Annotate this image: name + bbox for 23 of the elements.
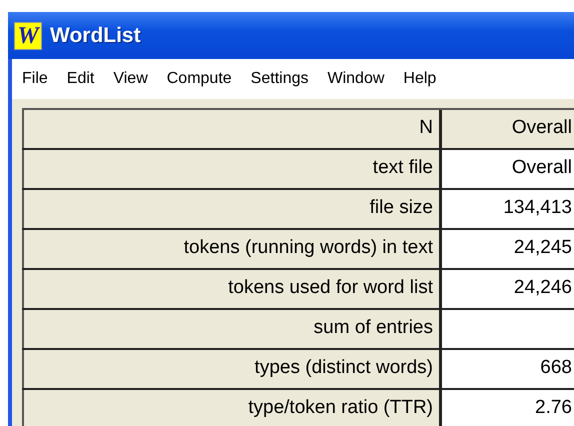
row-header: N	[22, 110, 442, 148]
table-cell: 134,413	[442, 190, 574, 228]
row-header: types (distinct words)	[22, 350, 442, 388]
menu-item[interactable]: Window	[317, 70, 394, 88]
app-icon: W	[14, 22, 42, 50]
row-header: file size	[22, 190, 442, 228]
row-header: sum of entries	[22, 310, 442, 348]
window-title: WordList	[50, 24, 141, 48]
row-header: text file	[22, 150, 442, 188]
menu-item[interactable]: View	[103, 70, 157, 88]
menu-item[interactable]: Edit	[56, 70, 104, 88]
row-header: tokens (running words) in text	[22, 230, 442, 268]
table-cell: 668	[442, 350, 574, 388]
menu-item[interactable]: Settings	[240, 70, 318, 88]
menu-item[interactable]: Help	[393, 70, 446, 88]
table-cell: 2.76	[442, 390, 574, 426]
menu-item[interactable]: Compute	[156, 70, 241, 88]
row-header: type/token ratio (TTR)	[22, 390, 442, 426]
table-cell: 24,245	[442, 230, 574, 268]
row-header: tokens used for word list	[22, 270, 442, 308]
table-cell: 24,246	[442, 270, 574, 308]
menu-item[interactable]: File	[12, 70, 57, 88]
table-cell: Overall	[442, 150, 574, 188]
